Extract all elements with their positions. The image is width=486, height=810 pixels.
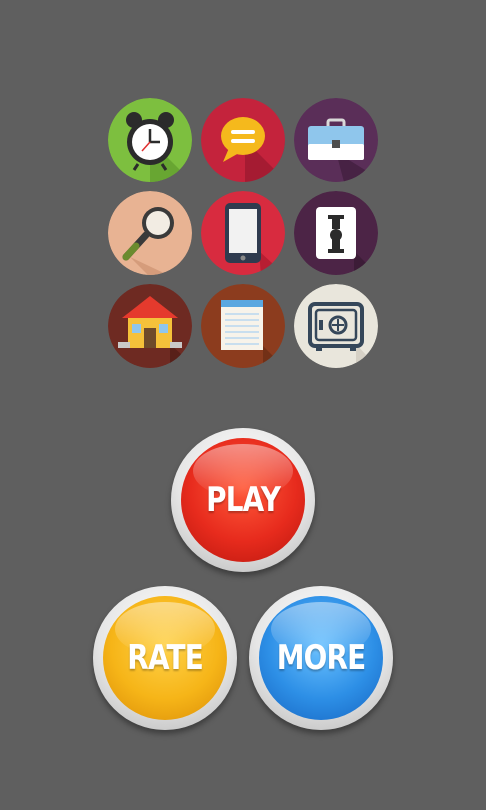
icon-tile-briefcase[interactable]	[294, 98, 378, 182]
safe-icon	[294, 284, 378, 368]
icon-tile-smartphone[interactable]	[201, 191, 285, 275]
rate-button-label: RATE	[127, 638, 203, 678]
more-button-face: MORE	[259, 596, 383, 720]
play-button[interactable]: PLAY	[171, 428, 315, 572]
icon-grid	[108, 98, 378, 368]
icon-tile-alarm-clock[interactable]	[108, 98, 192, 182]
more-button-label: MORE	[276, 638, 367, 678]
notepad-icon	[201, 284, 285, 368]
play-button-label: PLAY	[205, 480, 281, 520]
alarm-clock-icon	[108, 98, 192, 182]
house-icon	[108, 284, 192, 368]
smartphone-icon	[201, 191, 285, 275]
chat-bubble-icon	[201, 98, 285, 182]
play-button-face: PLAY	[181, 438, 305, 562]
more-button[interactable]: MORE	[249, 586, 393, 730]
icon-tile-magnifier[interactable]	[108, 191, 192, 275]
rate-button[interactable]: RATE	[93, 586, 237, 730]
rate-button-face: RATE	[103, 596, 227, 720]
icon-tile-notepad[interactable]	[201, 284, 285, 368]
briefcase-icon	[294, 98, 378, 182]
magnifier-icon	[108, 191, 192, 275]
icon-tile-chat[interactable]	[201, 98, 285, 182]
icon-tile-house[interactable]	[108, 284, 192, 368]
icon-tile-safe[interactable]	[294, 284, 378, 368]
icon-tile-mail-slot[interactable]	[294, 191, 378, 275]
mail-slot-icon	[294, 191, 378, 275]
